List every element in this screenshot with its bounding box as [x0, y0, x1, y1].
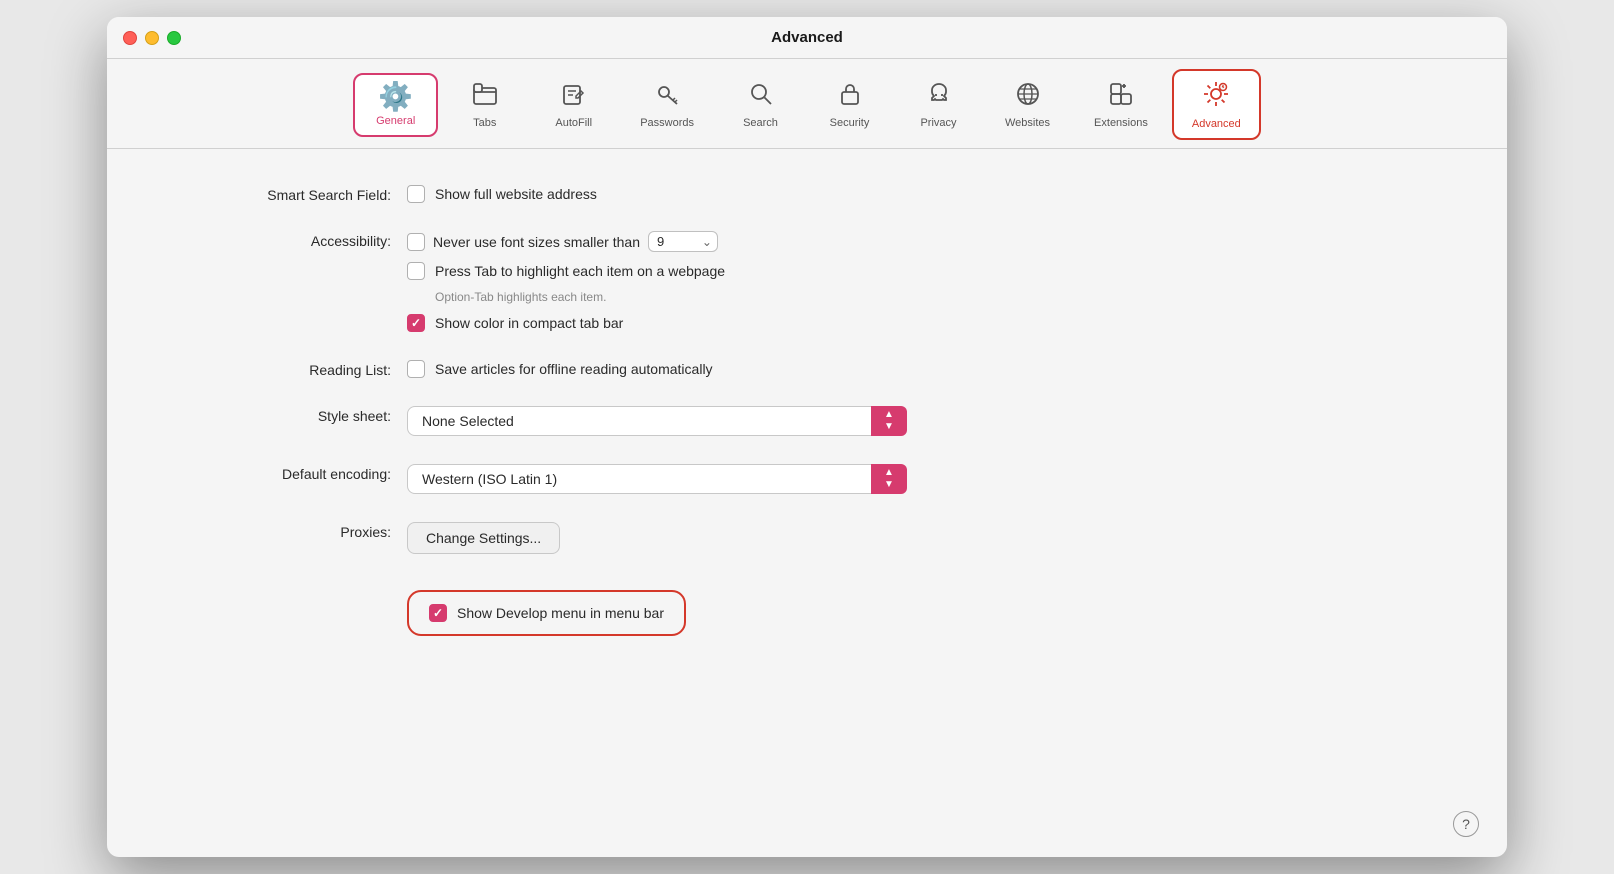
default-encoding-controls: Western (ISO Latin 1) Unicode (UTF-8) ▲ … [407, 464, 907, 494]
advanced-icon [1201, 79, 1231, 114]
style-sheet-select[interactable]: None Selected [407, 406, 907, 436]
passwords-icon [653, 80, 681, 113]
style-sheet-stepper[interactable]: ▲ ▼ [871, 406, 907, 436]
stepper-down-icon: ▼ [884, 421, 894, 433]
press-tab-checkbox[interactable] [407, 262, 425, 280]
encoding-stepper-down-icon: ▼ [884, 479, 894, 491]
save-articles-label: Save articles for offline reading automa… [435, 361, 713, 377]
tab-tabs-label: Tabs [473, 117, 496, 129]
toolbar: ⚙️ General Tabs AutoFi [107, 59, 1507, 140]
press-tab-label: Press Tab to highlight each item on a we… [435, 263, 725, 279]
default-encoding-label: Default encoding: [167, 464, 407, 482]
develop-spacer [167, 582, 407, 584]
tab-autofill-label: AutoFill [555, 117, 592, 129]
smart-search-row: Smart Search Field: Show full website ad… [167, 185, 1447, 203]
tab-advanced-label: Advanced [1192, 118, 1241, 130]
tab-passwords-label: Passwords [640, 117, 694, 129]
font-size-select[interactable]: 9 10 11 12 14 [648, 231, 718, 252]
reading-list-controls: Save articles for offline reading automa… [407, 360, 713, 378]
save-articles-checkbox[interactable] [407, 360, 425, 378]
accessibility-label: Accessibility: [167, 231, 407, 249]
font-size-select-wrapper: 9 10 11 12 14 [648, 231, 718, 252]
tab-autofill[interactable]: AutoFill [531, 70, 616, 139]
tab-tabs[interactable]: Tabs [442, 70, 527, 139]
proxies-row: Proxies: Change Settings... [167, 522, 1447, 554]
autofill-icon [560, 80, 588, 113]
tab-privacy[interactable]: Privacy [896, 70, 981, 139]
smart-search-label: Smart Search Field: [167, 185, 407, 203]
smart-search-controls: Show full website address [407, 185, 597, 203]
general-icon: ⚙️ [378, 83, 413, 111]
tab-search[interactable]: Search [718, 70, 803, 139]
develop-row: Show Develop menu in menu bar [407, 590, 686, 636]
show-color-label: Show color in compact tab bar [435, 315, 623, 331]
show-develop-checkbox[interactable] [429, 604, 447, 622]
encoding-stepper-up-icon: ▲ [884, 467, 894, 479]
websites-icon [1014, 80, 1042, 113]
accessibility-controls: Never use font sizes smaller than 9 10 1… [407, 231, 725, 332]
proxies-label: Proxies: [167, 522, 407, 540]
change-settings-button[interactable]: Change Settings... [407, 522, 560, 554]
tab-security[interactable]: Security [807, 70, 892, 139]
reading-list-label: Reading List: [167, 360, 407, 378]
show-color-row: Show color in compact tab bar [407, 314, 725, 332]
font-size-row: Never use font sizes smaller than 9 10 1… [407, 231, 725, 252]
style-sheet-dropdown-wrapper: None Selected ▲ ▼ [407, 406, 907, 436]
style-sheet-controls: None Selected ▲ ▼ [407, 406, 907, 436]
tab-websites[interactable]: Websites [985, 70, 1070, 139]
minimize-button[interactable] [145, 31, 159, 45]
never-use-font-checkbox[interactable] [407, 233, 425, 251]
default-encoding-select[interactable]: Western (ISO Latin 1) Unicode (UTF-8) [407, 464, 907, 494]
tab-extensions-label: Extensions [1094, 117, 1148, 129]
default-encoding-stepper[interactable]: ▲ ▼ [871, 464, 907, 494]
tabs-icon [471, 80, 499, 113]
help-button[interactable]: ? [1453, 811, 1479, 837]
option-tab-hint: Option-Tab highlights each item. [407, 290, 725, 304]
show-develop-label: Show Develop menu in menu bar [457, 605, 664, 621]
window-title: Advanced [771, 29, 843, 46]
title-bar: Advanced [107, 17, 1507, 59]
tab-extensions[interactable]: Extensions [1074, 70, 1168, 139]
extensions-icon [1107, 80, 1135, 113]
tab-search-label: Search [743, 117, 778, 129]
close-button[interactable] [123, 31, 137, 45]
search-icon [747, 80, 775, 113]
show-color-checkbox[interactable] [407, 314, 425, 332]
proxies-controls: Change Settings... [407, 522, 560, 554]
maximize-button[interactable] [167, 31, 181, 45]
tab-security-label: Security [830, 117, 870, 129]
never-use-font-label: Never use font sizes smaller than [433, 234, 640, 250]
style-sheet-label: Style sheet: [167, 406, 407, 424]
style-sheet-row: Style sheet: None Selected ▲ ▼ [167, 406, 1447, 436]
default-encoding-row: Default encoding: Western (ISO Latin 1) … [167, 464, 1447, 494]
press-tab-row: Press Tab to highlight each item on a we… [407, 262, 725, 280]
develop-row-wrapper: Show Develop menu in menu bar [167, 582, 1447, 636]
default-encoding-dropdown-wrapper: Western (ISO Latin 1) Unicode (UTF-8) ▲ … [407, 464, 907, 494]
show-full-address-checkbox[interactable] [407, 185, 425, 203]
stepper-up-icon: ▲ [884, 409, 894, 421]
tab-general[interactable]: ⚙️ General [353, 73, 438, 137]
develop-controls: Show Develop menu in menu bar [407, 582, 686, 636]
tab-passwords[interactable]: Passwords [620, 70, 714, 139]
tab-general-label: General [376, 115, 415, 127]
main-window: Advanced ⚙️ General Tabs [107, 17, 1507, 857]
tab-websites-label: Websites [1005, 117, 1050, 129]
security-icon [836, 80, 864, 113]
privacy-icon [925, 80, 953, 113]
show-full-address-label: Show full website address [435, 186, 597, 202]
tab-privacy-label: Privacy [920, 117, 956, 129]
save-articles-row: Save articles for offline reading automa… [407, 360, 713, 378]
content-wrapper: Smart Search Field: Show full website ad… [107, 149, 1507, 857]
accessibility-row: Accessibility: Never use font sizes smal… [167, 231, 1447, 332]
settings-content: Smart Search Field: Show full website ad… [107, 149, 1507, 857]
tab-advanced[interactable]: Advanced [1172, 69, 1261, 140]
reading-list-row: Reading List: Save articles for offline … [167, 360, 1447, 378]
show-full-address-row: Show full website address [407, 185, 597, 203]
traffic-lights [123, 31, 181, 45]
